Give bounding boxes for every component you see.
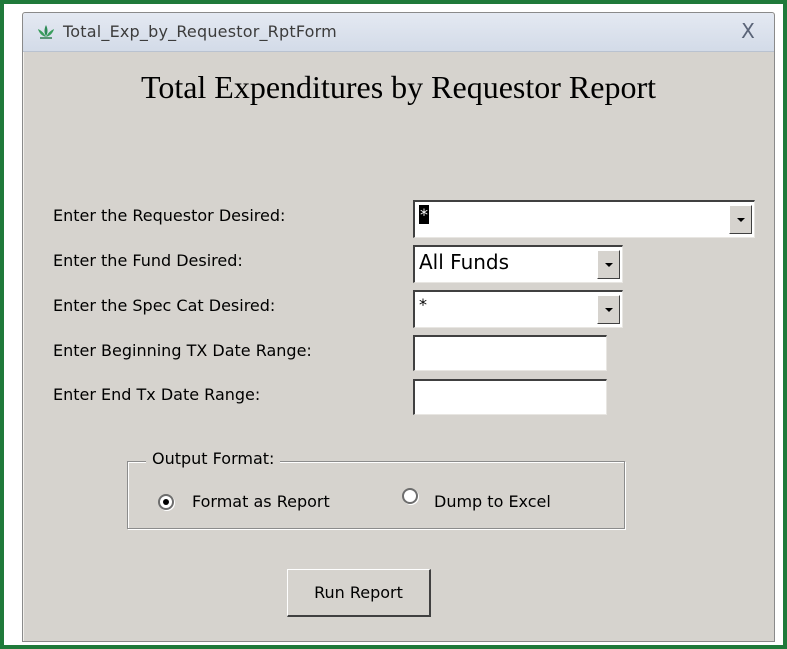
format-as-report-label[interactable]: Format as Report: [192, 492, 330, 511]
end-date-label: Enter End Tx Date Range:: [53, 385, 261, 404]
begin-date-input[interactable]: [413, 335, 607, 371]
dump-to-excel-label[interactable]: Dump to Excel: [434, 492, 551, 511]
title-bar[interactable]: Total_Exp_by_Requestor_RptForm X: [23, 13, 774, 52]
run-report-button[interactable]: Run Report: [287, 569, 431, 617]
requestor-dropdown-button[interactable]: [729, 205, 752, 234]
form-window: Total_Exp_by_Requestor_RptForm X Total E…: [22, 12, 775, 642]
begin-date-label: Enter Beginning TX Date Range:: [53, 341, 312, 360]
fund-value: All Funds: [419, 250, 510, 274]
requestor-combobox[interactable]: *: [413, 200, 755, 238]
spec-cat-label: Enter the Spec Cat Desired:: [53, 296, 276, 315]
fund-dropdown-button[interactable]: [597, 250, 620, 279]
window-title: Total_Exp_by_Requestor_RptForm: [63, 22, 337, 41]
chevron-down-icon: [604, 262, 613, 267]
spec-cat-combobox[interactable]: *: [413, 290, 623, 328]
spec-cat-dropdown-button[interactable]: [597, 295, 620, 324]
output-format-legend: Output Format:: [146, 449, 281, 468]
spec-cat-value: *: [419, 295, 427, 314]
fund-combobox[interactable]: All Funds: [413, 245, 623, 283]
form-icon: [38, 25, 54, 39]
fund-label: Enter the Fund Desired:: [53, 251, 243, 270]
radio-selected-dot: [163, 499, 169, 505]
chevron-down-icon: [736, 217, 745, 222]
chevron-down-icon: [604, 307, 613, 312]
output-format-group: Output Format: Format as Report Dump to …: [127, 449, 625, 529]
end-date-input[interactable]: [413, 379, 607, 415]
dump-to-excel-radio[interactable]: [402, 488, 418, 504]
close-button[interactable]: X: [736, 19, 760, 43]
requestor-value: *: [419, 205, 429, 224]
format-as-report-radio[interactable]: [158, 494, 174, 510]
requestor-label: Enter the Requestor Desired:: [53, 206, 286, 225]
report-heading: Total Expenditures by Requestor Report: [141, 69, 656, 105]
